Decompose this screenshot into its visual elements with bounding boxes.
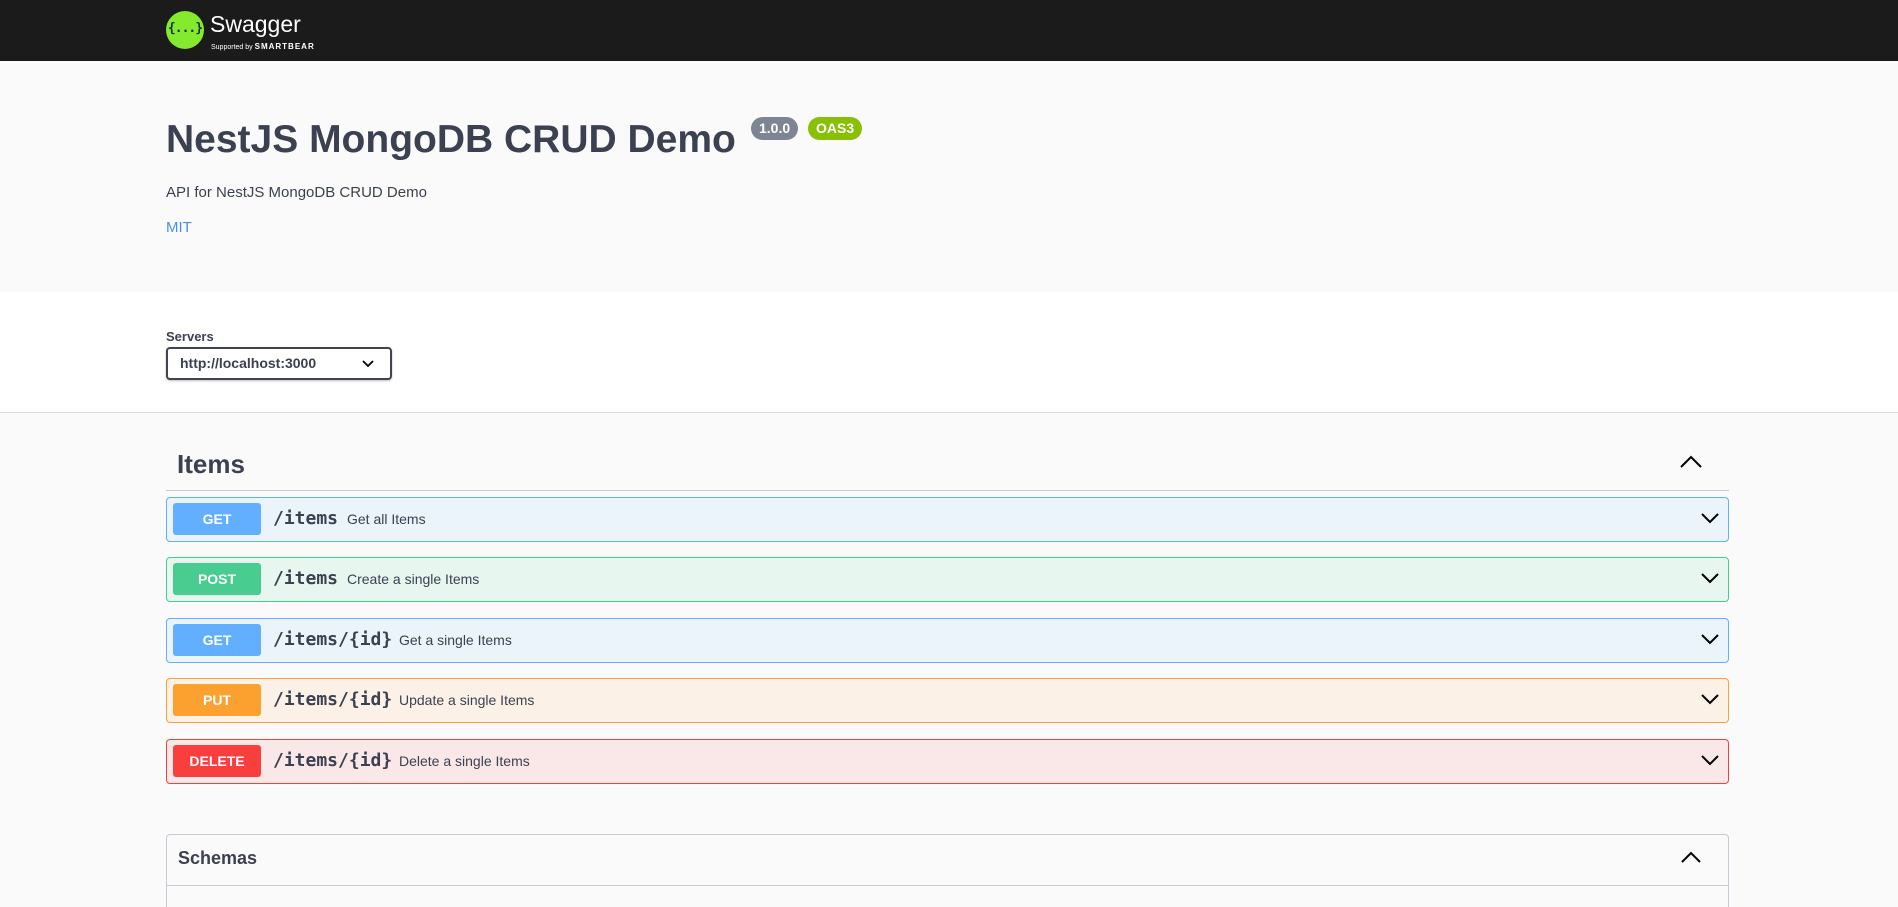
servers-label: Servers (166, 329, 214, 344)
logo-sub: Supported by SMARTBEAR (211, 42, 315, 51)
chevron-down-icon[interactable] (1700, 632, 1720, 646)
api-title: NestJS MongoDB CRUD Demo (166, 118, 736, 161)
server-select[interactable]: http://localhost:3000 (166, 347, 392, 380)
operation-path: /items/{id} (273, 629, 393, 650)
license-link[interactable]: MIT (166, 219, 192, 236)
operation-summary: Create a single Items (347, 571, 480, 587)
logo-sub-prefix: Supported by (211, 44, 253, 51)
operation-summary: Get all Items (347, 511, 426, 527)
operation-path: /items/{id} (273, 689, 393, 710)
chevron-down-icon[interactable] (1700, 571, 1720, 585)
chevron-down-icon[interactable] (1700, 692, 1720, 706)
operation-summary: Update a single Items (399, 692, 535, 708)
operation-summary: Delete a single Items (399, 753, 530, 769)
info-section: NestJS MongoDB CRUD Demo 1.0.0 OAS3 API … (0, 61, 1898, 292)
tag-title: Items (177, 449, 245, 479)
operation-path: /items (273, 508, 339, 529)
operation-get-item-by-id[interactable]: GET /items/{id} Get a single Items (166, 618, 1729, 663)
api-description: API for NestJS MongoDB CRUD Demo (166, 184, 427, 201)
chevron-down-icon[interactable] (1700, 511, 1720, 525)
chevron-up-icon[interactable] (1679, 454, 1703, 470)
method-badge: GET (173, 624, 261, 656)
logo-sub-brand: SMARTBEAR (254, 42, 315, 51)
method-badge: DELETE (173, 745, 261, 777)
logo-text: Swagger Supported by SMARTBEAR (210, 8, 325, 52)
version-badge: 1.0.0 (751, 117, 799, 140)
chevron-up-icon[interactable] (1680, 849, 1702, 865)
operation-put-item-by-id[interactable]: PUT /items/{id} Update a single Items (166, 678, 1729, 723)
topbar: {...} Swagger Supported by SMARTBEAR (0, 0, 1898, 61)
method-badge: POST (173, 563, 261, 595)
operation-summary: Get a single Items (399, 632, 512, 648)
method-badge: PUT (173, 684, 261, 716)
swagger-logo-icon: {...} (166, 11, 204, 49)
logo-word: Swagger (210, 11, 301, 37)
server-select-value: http://localhost:3000 (180, 355, 317, 371)
oas-badge: OAS3 (808, 117, 863, 140)
operation-path: /items (273, 568, 339, 589)
operation-get-items[interactable]: GET /items Get all Items (166, 497, 1729, 542)
servers-section: Servers http://localhost:3000 (0, 292, 1898, 413)
operation-delete-item-by-id[interactable]: DELETE /items/{id} Delete a single Items (166, 739, 1729, 784)
operation-post-items[interactable]: POST /items Create a single Items (166, 557, 1729, 602)
schemas-header[interactable]: Schemas (167, 835, 1728, 886)
logo-mark-text: {...} (167, 21, 203, 36)
chevron-down-icon (362, 360, 374, 368)
chevron-down-icon[interactable] (1700, 753, 1720, 767)
method-badge: GET (173, 503, 261, 535)
operation-path: /items/{id} (273, 750, 393, 771)
tag-header-items[interactable]: Items (166, 437, 1729, 491)
schemas-section: Schemas (166, 834, 1729, 907)
swagger-logo[interactable]: {...} Swagger Supported by SMARTBEAR (166, 8, 325, 52)
schemas-title: Schemas (178, 848, 258, 868)
